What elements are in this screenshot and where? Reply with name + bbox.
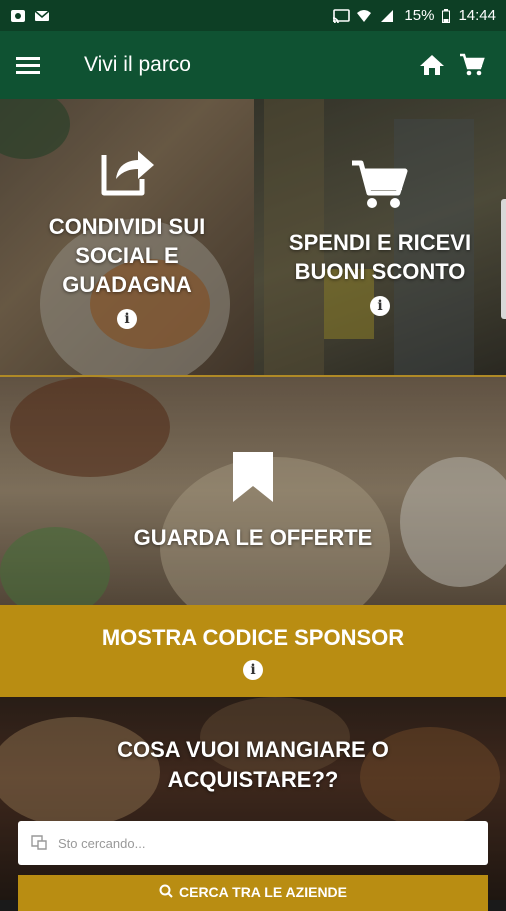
notification-icon <box>10 9 26 23</box>
sponsor-info-icon[interactable]: i <box>243 659 263 680</box>
status-bar: 15% 14:44 <box>0 0 506 31</box>
cart-icon <box>350 159 410 216</box>
share-icon <box>98 145 156 202</box>
offers-tile-label: GUARDA LE OFFERTE <box>133 525 373 550</box>
spend-tile-label: SPENDI E RICEVI BUONI SCONTO <box>288 229 472 284</box>
share-info-icon[interactable]: i <box>117 309 137 329</box>
sponsor-label: MOSTRA CODICE SPONSOR <box>101 624 405 650</box>
battery-icon <box>442 8 451 23</box>
home-icon[interactable] <box>412 45 452 85</box>
search-box[interactable] <box>18 821 488 865</box>
clock: 14:44 <box>458 7 496 24</box>
share-tile-label: CONDIVIDI SUI SOCIAL E GUADAGNA <box>48 214 206 297</box>
share-tile[interactable]: CONDIVIDI SUI SOCIAL E GUADAGNA i <box>0 99 254 375</box>
app-bar: Vivi il parco <box>0 31 506 99</box>
page-title: Vivi il parco <box>84 53 191 76</box>
search-button-label: CERCA TRA LE AZIENDE <box>179 884 347 900</box>
spend-tile[interactable]: SPENDI E RICEVI BUONI SCONTO i <box>254 99 506 375</box>
sponsor-code-button[interactable]: MOSTRA CODICE SPONSOR i <box>0 605 506 697</box>
mail-icon <box>34 9 50 23</box>
signal-icon <box>380 9 396 23</box>
spend-info-icon[interactable]: i <box>370 295 390 316</box>
search-background <box>0 697 506 900</box>
battery-percent: 15% <box>404 7 435 24</box>
search-field-icon <box>30 832 48 855</box>
search-companies-button[interactable]: CERCA TRA LE AZIENDE <box>18 875 488 911</box>
search-section: COSA VUOI MANGIARE O ACQUISTARE?? CERCA … <box>0 697 506 911</box>
search-icon <box>159 884 173 901</box>
cast-icon <box>332 8 351 23</box>
search-input[interactable] <box>56 834 476 852</box>
cart-icon[interactable] <box>452 45 492 85</box>
menu-icon[interactable] <box>14 45 42 85</box>
search-question: COSA VUOI MANGIARE O ACQUISTARE?? <box>117 737 389 792</box>
wifi-icon <box>356 9 372 23</box>
offers-tile[interactable]: GUARDA LE OFFERTE <box>0 375 506 605</box>
bookmark-icon <box>231 450 275 509</box>
